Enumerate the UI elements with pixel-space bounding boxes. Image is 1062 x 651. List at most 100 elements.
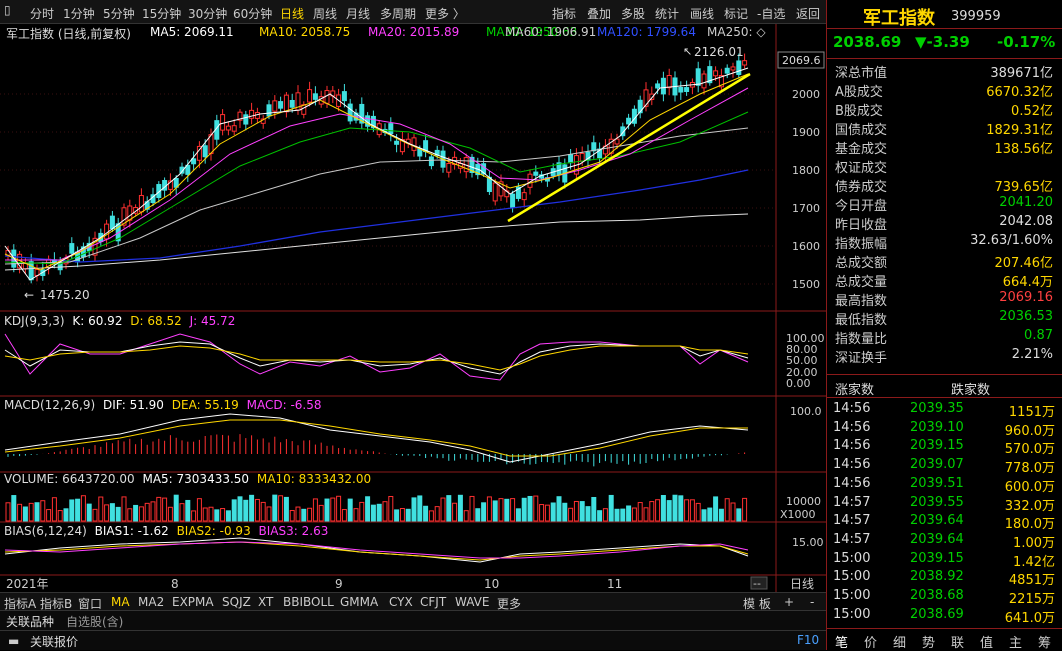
quote-footer-tab[interactable]: 主: [1009, 632, 1022, 651]
indicator-tab-cyx[interactable]: CYX: [389, 595, 413, 609]
volume-bar: [156, 496, 162, 522]
indicator-tab-bbiboll[interactable]: BBIBOLL: [283, 595, 334, 609]
tool-multistock-button[interactable]: 多股: [621, 5, 645, 22]
quote-footer-tab[interactable]: 笔: [835, 632, 848, 651]
trend-line[interactable]: [507, 72, 751, 223]
related-tab-watchlist[interactable]: 自选股(含): [66, 613, 123, 630]
period-tab-weekly[interactable]: 周线: [313, 5, 337, 22]
volume-bar: [191, 510, 197, 522]
tool-indicator-button[interactable]: 指标: [552, 5, 576, 22]
indicator-tab-ma[interactable]: MA: [111, 595, 130, 609]
tick-price: 2039.35: [910, 401, 964, 416]
remove-pane-button[interactable]: -: [810, 595, 814, 609]
indicator-tab-wave[interactable]: WAVE: [455, 595, 489, 609]
bias3-value: BIAS3: 2.63: [258, 524, 329, 538]
volume-bar: [196, 498, 202, 522]
indicator-tab-sqjz[interactable]: SQJZ: [222, 595, 251, 609]
quote-footer-tab[interactable]: 筹: [1038, 632, 1051, 651]
volume-bar: [742, 497, 748, 522]
volume-bar: [295, 506, 301, 522]
period-tab-60min[interactable]: 60分钟: [233, 5, 272, 22]
volume-bar: [678, 495, 684, 522]
volume-bar: [446, 495, 452, 522]
volume-bar: [127, 508, 133, 522]
axis-tick-1800: 1800: [792, 164, 820, 177]
period-tab-30min[interactable]: 30分钟: [188, 5, 227, 22]
quote-footer-tab[interactable]: 价: [864, 632, 877, 651]
kdj-pane: [4, 333, 749, 381]
candle-body: [428, 156, 434, 167]
stat-value: 389671亿: [990, 66, 1053, 81]
stat-value: 664.4万: [1002, 275, 1053, 290]
f10-button[interactable]: F10: [797, 633, 819, 647]
price-tag: 2069.6: [782, 54, 821, 67]
indicator-tab-xt[interactable]: XT: [258, 595, 273, 609]
volume-bar: [469, 495, 475, 522]
period-tab-15min[interactable]: 15分钟: [142, 5, 181, 22]
panel-toggle-icon[interactable]: ▯: [4, 3, 11, 17]
period-tab-fenshi[interactable]: 分时: [30, 5, 54, 22]
candle-body: [266, 104, 272, 117]
add-pane-button[interactable]: +: [784, 595, 794, 609]
related-tab-variety[interactable]: 关联品种: [6, 613, 54, 630]
axis-tick-2000: 2000: [792, 88, 820, 101]
volume-bar: [214, 509, 220, 522]
volume-bar: [452, 502, 458, 522]
axis-tick-1600: 1600: [792, 240, 820, 253]
candle-body: [283, 94, 289, 113]
tool-draw-button[interactable]: 画线: [690, 5, 714, 22]
x-label-sep: 9: [335, 577, 343, 591]
volume-bar: [672, 494, 678, 522]
kdj-d: D: 68.52: [130, 314, 182, 328]
indicator-tab-gmma[interactable]: GMMA: [340, 595, 378, 609]
quote-footer-tab[interactable]: 势: [922, 632, 935, 651]
high-annotation: ↖: [683, 45, 692, 58]
tick-price: 2038.69: [910, 606, 964, 622]
period-tab-1min[interactable]: 1分钟: [63, 5, 95, 22]
indicator-tab-expma[interactable]: EXPMA: [172, 595, 214, 609]
tool-statistics-button[interactable]: 统计: [655, 5, 679, 22]
index-name: 军工指数: [863, 8, 935, 29]
kline-chart-svg[interactable]: ↖ 2126.01 ← 1475.20 2069.6 2000 1900 180…: [0, 24, 826, 592]
tick-row: 14:56 2039.10 960.0万: [827, 420, 1062, 439]
kdj-j-line: [4, 333, 749, 381]
indicator-tab-cfjt[interactable]: CFJT: [420, 595, 446, 609]
tick-volume: 4851万: [1008, 573, 1055, 589]
candle-body: [220, 114, 226, 131]
period-tab-5min[interactable]: 5分钟: [103, 5, 135, 22]
volume-bar: [597, 510, 603, 522]
indicator-tab-ma2[interactable]: MA2: [138, 595, 164, 609]
stat-value: 2036.53: [999, 309, 1053, 324]
period-tab-monthly[interactable]: 月线: [346, 5, 370, 22]
volume-bar: [80, 495, 86, 522]
volume-bar: [347, 498, 353, 522]
volume-bar: [57, 510, 63, 522]
candle-body: [655, 83, 661, 89]
tool-back-button[interactable]: 返回: [796, 5, 820, 22]
tool-mark-button[interactable]: 标记: [724, 5, 748, 22]
candle-body: [626, 117, 632, 125]
volume-bars: [5, 494, 748, 522]
tool-favorite-button[interactable]: -自选: [757, 5, 785, 22]
period-tab-multi[interactable]: 多周期: [380, 5, 416, 22]
candle-body: [109, 215, 115, 230]
period-tab-daily[interactable]: 日线: [280, 5, 304, 22]
stat-label: B股成交: [835, 104, 883, 119]
volume-bar: [585, 506, 591, 522]
quote-footer-tab[interactable]: 联: [951, 632, 964, 651]
volume-bar: [283, 496, 289, 522]
period-tab-more[interactable]: 更多 〉: [425, 5, 465, 22]
tick-row: 15:00 2038.92 4851万: [827, 569, 1062, 589]
quote-footer-tab[interactable]: 细: [893, 632, 906, 651]
collapse-icon[interactable]: ▬: [8, 634, 19, 648]
candle-body: [730, 66, 736, 71]
volume-bar: [457, 494, 463, 522]
candle-body: [701, 73, 707, 89]
stat-label: 今日开盘: [835, 199, 888, 214]
tool-overlay-button[interactable]: 叠加: [587, 5, 611, 22]
bias-header: BIAS(6,12,24) BIAS1: -1.62 BIAS2: -0.93 …: [4, 524, 328, 538]
stat-row: A股成交 6670.32亿: [827, 80, 1062, 100]
quote-footer-tab[interactable]: 值: [980, 632, 993, 651]
volume-bar: [556, 496, 562, 522]
candle-body: [724, 67, 730, 74]
